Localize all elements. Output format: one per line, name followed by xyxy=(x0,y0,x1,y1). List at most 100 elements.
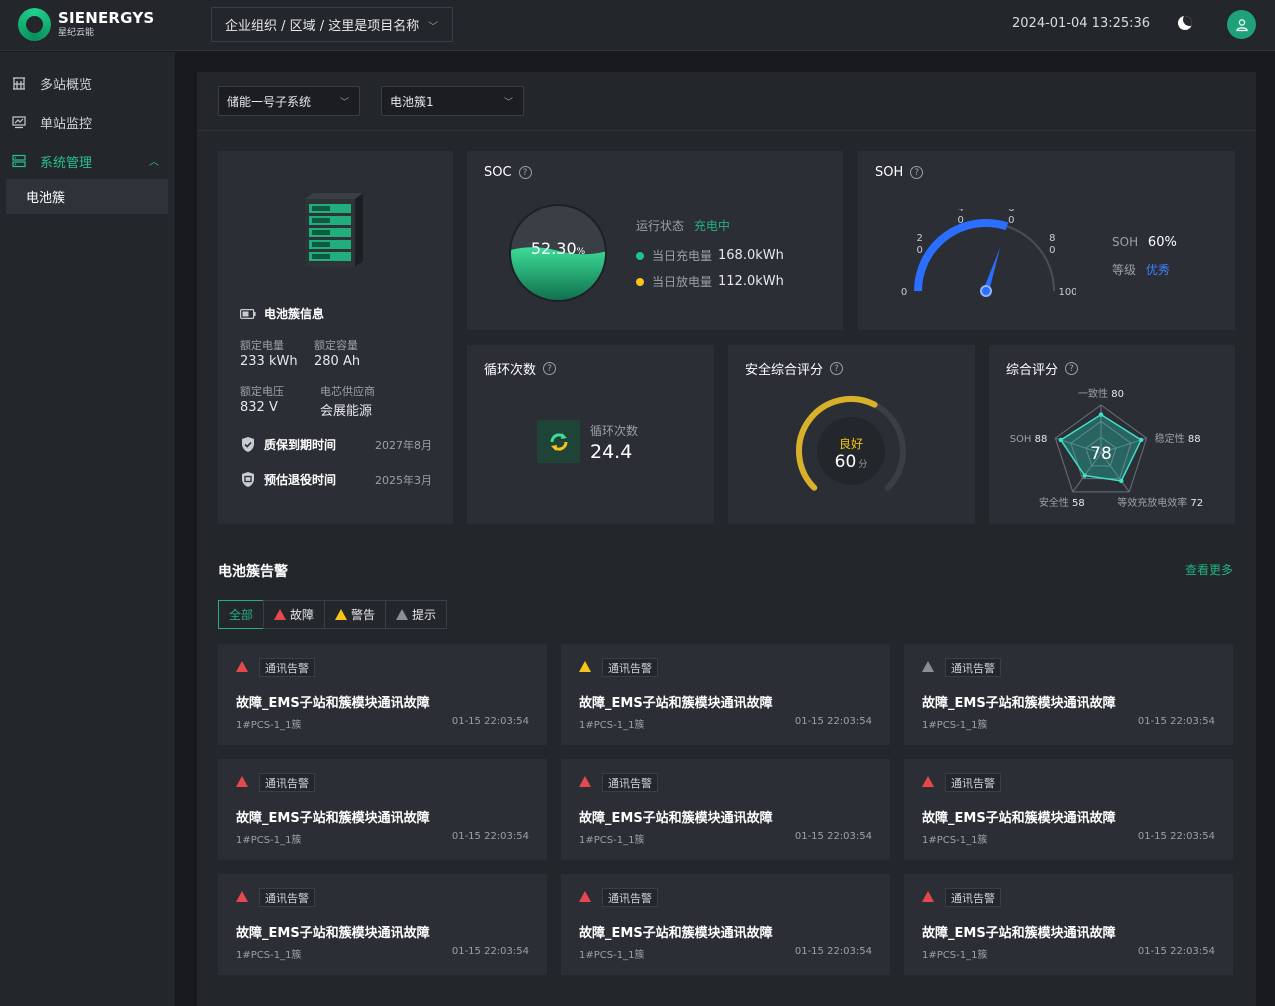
help-icon[interactable]: ? xyxy=(830,362,844,375)
soh-value: 60% xyxy=(1147,235,1177,250)
alert-title: 故障_EMS子站和簇模块通讯故障 xyxy=(922,811,1116,826)
cycles-card: 循环次数 ? 循环次数 24.4 xyxy=(467,345,714,524)
battery-icon xyxy=(240,308,256,319)
radar-value-point xyxy=(1098,412,1104,417)
sidebar-item-overview[interactable]: 多站概览 xyxy=(0,64,175,102)
radar-axis-label: SOH 88 xyxy=(1010,434,1048,445)
alert-tag: 通讯告警 xyxy=(259,658,315,677)
tab-label: 警告 xyxy=(351,608,376,622)
brand-logo[interactable]: SIENERGYS 星纪云能 xyxy=(18,8,154,41)
sidebar: 多站概览 单站监控 系统管理 ︿ 电池簇 xyxy=(0,52,175,1006)
supplier-value: 会展能源 xyxy=(320,404,373,419)
alert-title: 故障_EMS子站和簇模块通讯故障 xyxy=(922,696,1116,711)
help-icon[interactable]: ? xyxy=(518,166,532,179)
alert-level-icon xyxy=(579,776,591,787)
alert-device: 1#PCS-1_1簇 xyxy=(579,835,645,846)
soh-gauge-track xyxy=(917,222,1055,292)
logo-mark-icon xyxy=(18,8,51,41)
alert-card[interactable]: 通讯告警 故障_EMS子站和簇模块通讯故障 1#PCS-1_1簇 01-15 22:0… xyxy=(218,874,547,975)
project-breadcrumb-select[interactable]: 企业组织 / 区域 / 这里是项目名称 ﹀ xyxy=(211,7,453,42)
alert-title: 故障_EMS子站和簇模块通讯故障 xyxy=(579,811,773,826)
sidebar-subitem-battery-cluster[interactable]: 电池簇 xyxy=(6,179,168,214)
shield-check-icon xyxy=(242,437,254,452)
cycle-icon xyxy=(537,420,580,463)
soh-tick-label: 0 xyxy=(1049,245,1055,256)
soc-status-value: 充电中 xyxy=(693,219,730,233)
alert-card[interactable]: 通讯告警 故障_EMS子站和簇模块通讯故障 1#PCS-1_1簇 01-15 22:0… xyxy=(904,644,1233,745)
rated-energy-label: 额定电量 xyxy=(240,339,284,352)
help-icon[interactable]: ? xyxy=(910,166,924,179)
alert-title: 故障_EMS子站和簇模块通讯故障 xyxy=(579,696,773,711)
subsystem-select[interactable]: 储能一号子系统 ﹀ xyxy=(218,86,360,116)
charge-value: 168.0kWh xyxy=(718,248,784,263)
alert-tag: 通讯告警 xyxy=(945,888,1001,907)
alert-tag: 通讯告警 xyxy=(602,658,658,677)
rated-capacity-value: 280 Ah xyxy=(314,354,361,369)
tab-fault[interactable]: 故障 xyxy=(263,600,326,629)
soh-gauge-value-arc xyxy=(914,219,1009,292)
sidebar-item-label: 系统管理 xyxy=(40,155,93,171)
dark-mode-moon-icon[interactable] xyxy=(1178,16,1192,30)
fault-warning-icon xyxy=(274,609,287,620)
safety-unit: 分 xyxy=(858,460,868,470)
radar-value-point xyxy=(1082,473,1087,478)
sidebar-item-system-management[interactable]: 系统管理 ︿ xyxy=(0,142,175,180)
tab-all[interactable]: 全部 xyxy=(218,600,265,629)
chevron-up-icon[interactable]: ︿ xyxy=(149,153,159,168)
top-bar: SIENERGYS 星纪云能 企业组织 / 区域 / 这里是项目名称 ﹀ 202… xyxy=(0,0,1275,51)
alert-time: 01-15 22:03:54 xyxy=(794,716,872,727)
soh-value-label: SOH xyxy=(1112,235,1139,249)
rated-voltage-label: 额定电压 xyxy=(240,385,284,398)
alert-card[interactable]: 通讯告警 故障_EMS子站和簇模块通讯故障 1#PCS-1_1簇 01-15 22:0… xyxy=(218,644,547,745)
discharge-dot-icon xyxy=(636,277,644,286)
chevron-down-icon: ﹀ xyxy=(428,22,438,33)
view-more-link[interactable]: 查看更多 xyxy=(1185,561,1233,578)
alert-title: 故障_EMS子站和簇模块通讯故障 xyxy=(922,926,1116,941)
soh-tick-label: 0 xyxy=(901,287,907,298)
alert-card[interactable]: 通讯告警 故障_EMS子站和簇模块通讯故障 1#PCS-1_1簇 01-15 22:0… xyxy=(561,874,890,975)
brand-name: SIENERGYS xyxy=(58,9,155,27)
alert-card[interactable]: 通讯告警 故障_EMS子站和簇模块通讯故障 1#PCS-1_1簇 01-15 22:0… xyxy=(561,644,890,745)
battery-info-title: 电池簇信息 xyxy=(264,307,325,321)
tab-label: 提示 xyxy=(412,608,437,622)
alert-device: 1#PCS-1_1簇 xyxy=(922,720,988,731)
alert-card[interactable]: 通讯告警 故障_EMS子站和簇模块通讯故障 1#PCS-1_1簇 01-15 22:0… xyxy=(218,759,547,860)
charge-dot-icon xyxy=(636,251,644,260)
overall-score-value: 78 xyxy=(1090,444,1112,464)
alert-level-icon xyxy=(579,891,591,902)
alert-device: 1#PCS-1_1簇 xyxy=(236,720,302,731)
current-datetime: 2024-01-04 13:25:36 xyxy=(1012,16,1151,31)
help-icon[interactable]: ? xyxy=(543,362,557,375)
alert-time: 01-15 22:03:54 xyxy=(794,946,872,957)
cluster-select[interactable]: 电池簇1 ﹀ xyxy=(381,86,524,116)
radar-value-point xyxy=(1138,437,1144,443)
rated-capacity-label: 额定容量 xyxy=(314,339,358,352)
alert-level-icon xyxy=(922,661,934,672)
alert-tag: 通讯告警 xyxy=(945,773,1001,792)
sidebar-item-station-monitor[interactable]: 单站监控 xyxy=(0,103,175,141)
alert-card[interactable]: 通讯告警 故障_EMS子站和簇模块通讯故障 1#PCS-1_1簇 01-15 22:0… xyxy=(904,874,1233,975)
info-warning-icon xyxy=(396,609,409,620)
tab-warning[interactable]: 警告 xyxy=(324,600,387,629)
alert-device: 1#PCS-1_1簇 xyxy=(236,835,302,846)
alert-card[interactable]: 通讯告警 故障_EMS子站和簇模块通讯故障 1#PCS-1_1簇 01-15 22:0… xyxy=(904,759,1233,860)
brand-sub: 星纪云能 xyxy=(58,28,95,38)
supplier-label: 电芯供应商 xyxy=(320,385,375,398)
soh-tick-label: 4 xyxy=(957,209,963,214)
user-avatar[interactable] xyxy=(1227,10,1256,39)
soh-tick-label: 0 xyxy=(957,215,963,226)
soh-title: SOH xyxy=(875,165,904,180)
soh-grade-value: 优秀 xyxy=(1145,263,1170,277)
alert-level-icon xyxy=(922,776,934,787)
radar-axis-label: 一致性 80 xyxy=(1078,387,1124,400)
radar-axis-label: 等效充放电效率 72 xyxy=(1117,496,1203,509)
safety-title: 安全综合评分 xyxy=(745,363,824,378)
cycles-label: 循环次数 xyxy=(590,424,639,438)
charge-label: 当日充电量 xyxy=(652,249,713,263)
tab-info[interactable]: 提示 xyxy=(385,600,448,629)
alert-card[interactable]: 通讯告警 故障_EMS子站和簇模块通讯故障 1#PCS-1_1簇 01-15 22:0… xyxy=(561,759,890,860)
user-icon xyxy=(1235,18,1248,31)
alert-level-icon xyxy=(236,891,248,902)
cycles-value: 24.4 xyxy=(590,441,633,463)
radar-value-point xyxy=(1119,478,1124,484)
